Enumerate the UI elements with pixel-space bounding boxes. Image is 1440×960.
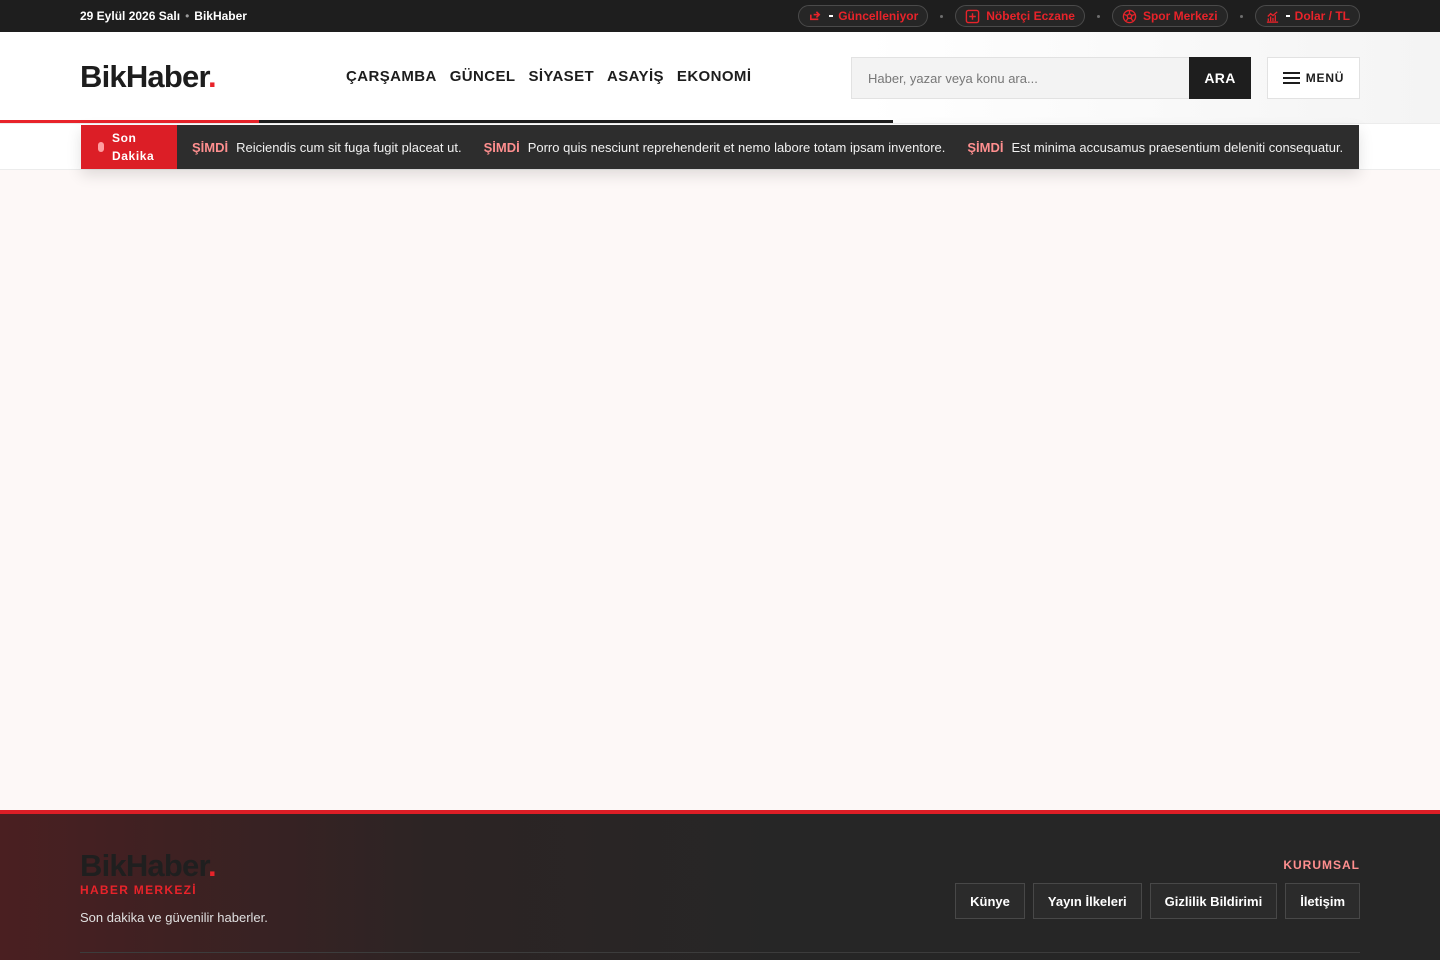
news-ticker: ŞİMDİ Reiciendis cum sit fuga fugit plac… bbox=[192, 125, 1359, 169]
topbar-info: 29 Eylül 2026 Salı • BikHaber bbox=[80, 0, 247, 32]
soccer-ball-icon bbox=[1122, 9, 1137, 23]
nav-item-ekonomi[interactable]: EKONOMİ bbox=[677, 68, 751, 85]
breaking-label: Son Dakika bbox=[81, 125, 177, 169]
chart-icon bbox=[1266, 10, 1278, 23]
ticker-tag: ŞİMDİ bbox=[192, 139, 229, 155]
footer-link-kunye[interactable]: Künye bbox=[955, 883, 1025, 919]
pharmacy-label: Nöbetçi Eczane bbox=[986, 9, 1075, 23]
topbar-separator: • bbox=[185, 9, 190, 23]
pill-separator bbox=[1096, 14, 1100, 18]
footer-link-yayin-ilkeleri[interactable]: Yayın İlkeleri bbox=[1032, 883, 1142, 919]
footer-description: Son dakika ve güvenilir haberler. bbox=[80, 910, 268, 925]
menu-label: MENÜ bbox=[1305, 71, 1345, 85]
nav-item-siyaset[interactable]: SİYASET bbox=[528, 68, 594, 85]
site-footer: BikHaber. HABER MERKEZİ Son dakika ve gü… bbox=[0, 810, 1440, 960]
pill-separator bbox=[1239, 14, 1243, 18]
search-input[interactable] bbox=[851, 57, 1189, 99]
logo-text: BikHaber bbox=[80, 59, 209, 94]
footer-logo[interactable]: BikHaber. bbox=[80, 848, 217, 884]
site-logo[interactable]: BikHaber. bbox=[80, 59, 217, 95]
footer-subtitle: HABER MERKEZİ bbox=[80, 883, 197, 897]
pill-dot bbox=[1285, 15, 1290, 17]
main-nav: ÇARŞAMBA GÜNCEL SİYASET ASAYİŞ EKONOMİ bbox=[346, 68, 751, 85]
ticker-item[interactable]: ŞİMDİ Porro quis nesciunt reprehenderit … bbox=[484, 140, 946, 155]
footer-links: Künye Yayın İlkeleri Gizlilik Bildirimi … bbox=[955, 883, 1360, 919]
ticker-headline: Porro quis nesciunt reprehenderit et nem… bbox=[527, 139, 946, 155]
pharmacy-pill[interactable]: Nöbetçi Eczane bbox=[955, 5, 1085, 27]
footer-divider bbox=[80, 952, 1360, 953]
pill-separator bbox=[940, 14, 944, 18]
footer-logo-dot: . bbox=[208, 848, 217, 883]
nav-item-carsamba[interactable]: ÇARŞAMBA bbox=[346, 68, 437, 85]
nav-item-asayis[interactable]: ASAYİŞ bbox=[607, 68, 664, 85]
search-form: ARA bbox=[851, 57, 1251, 99]
currency-pill[interactable]: Dolar / TL bbox=[1254, 5, 1360, 27]
footer-section-title: KURUMSAL bbox=[1283, 858, 1360, 872]
menu-button[interactable]: MENÜ bbox=[1267, 57, 1360, 99]
top-bar: 29 Eylül 2026 Salı • BikHaber Güncelleni… bbox=[0, 0, 1440, 32]
ticker-item[interactable]: ŞİMDİ Est minima accusamus praesentium d… bbox=[967, 140, 1343, 155]
currency-label: Dolar / TL bbox=[1294, 9, 1350, 23]
sports-pill[interactable]: Spor Merkezi bbox=[1111, 5, 1228, 27]
refresh-icon bbox=[810, 10, 821, 20]
pharmacy-cross-icon bbox=[965, 9, 980, 23]
ticker-tag: ŞİMDİ bbox=[483, 139, 520, 155]
current-date: 29 Eylül 2026 Salı bbox=[80, 9, 181, 23]
live-indicator-icon bbox=[98, 142, 104, 152]
nav-item-guncel[interactable]: GÜNCEL bbox=[450, 68, 516, 85]
footer-link-gizlilik[interactable]: Gizlilik Bildirimi bbox=[1149, 883, 1278, 919]
logo-dot: . bbox=[208, 59, 217, 94]
footer-link-iletisim[interactable]: İletişim bbox=[1285, 883, 1360, 919]
updating-label: Güncelleniyor bbox=[838, 9, 919, 23]
ticker-headline: Reiciendis cum sit fuga fugit placeat ut… bbox=[236, 139, 462, 155]
topbar-quick-links: Güncelleniyor Nöbetçi Eczane Spor Merkez… bbox=[798, 5, 1360, 27]
site-header: BikHaber. ÇARŞAMBA GÜNCEL SİYASET ASAYİŞ… bbox=[0, 32, 1440, 124]
ticker-tag: ŞİMDİ bbox=[967, 139, 1004, 155]
footer-logo-text: BikHaber bbox=[80, 848, 209, 883]
breaking-label-text: Son Dakika bbox=[112, 131, 155, 163]
updating-pill[interactable]: Güncelleniyor bbox=[798, 5, 929, 27]
search-button[interactable]: ARA bbox=[1189, 57, 1251, 99]
ticker-headline: Est minima accusamus praesentium delenit… bbox=[1011, 139, 1344, 155]
pill-dot bbox=[829, 15, 834, 17]
sports-label: Spor Merkezi bbox=[1142, 9, 1218, 23]
hamburger-icon bbox=[1282, 72, 1300, 84]
breaking-news-bar: Son Dakika ŞİMDİ Reiciendis cum sit fuga… bbox=[81, 125, 1359, 169]
topbar-site-name: BikHaber bbox=[194, 9, 247, 23]
ticker-item[interactable]: ŞİMDİ Reiciendis cum sit fuga fugit plac… bbox=[192, 140, 462, 155]
